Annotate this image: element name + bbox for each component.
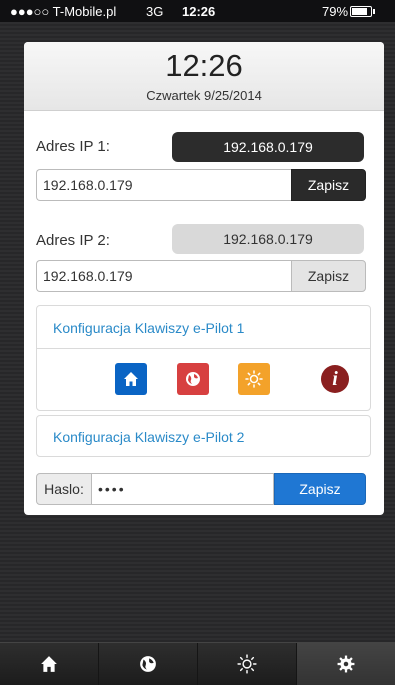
tab-sun[interactable] [198,643,297,685]
sun-icon [245,370,263,388]
password-input[interactable] [92,473,274,505]
sun-key-button[interactable] [238,363,270,395]
home-icon [124,372,138,386]
password-save-button[interactable]: Zapisz [274,473,366,505]
epilot1-config-link[interactable]: Konfiguracja Klawiszy e-Pilot 1 [53,320,244,336]
ip1-label: Adres IP 1: [36,138,110,155]
header-time: 12:26 [165,48,243,83]
tab-globe[interactable] [99,643,198,685]
sun-icon [237,654,257,674]
ip2-save-button[interactable]: Zapisz [291,260,366,292]
network-label: 3G [146,4,164,19]
battery-icon [350,6,375,17]
carrier-label: ●●●○○ T-Mobile.pl [10,4,117,19]
ip1-input[interactable] [36,169,291,201]
status-time: 12:26 [182,4,216,19]
bottom-tab-bar [0,642,395,685]
globe-icon [186,372,200,386]
ip2-input-row: Zapisz [36,260,366,292]
ip1-current-value: 192.168.0.179 [172,132,364,162]
header-date: Czwartek 9/25/2014 [146,88,262,103]
globe-key-button[interactable] [177,363,209,395]
globe-icon [140,656,156,672]
clock-header: 12:26 Czwartek 9/25/2014 [24,42,384,111]
epilot2-panel: Konfiguracja Klawiszy e-Pilot 2 [36,415,371,457]
epilot2-config-link[interactable]: Konfiguracja Klawiszy e-Pilot 2 [53,429,244,445]
tab-home[interactable] [0,643,99,685]
info-icon[interactable]: i [321,365,349,393]
password-row: Haslo: Zapisz [36,473,366,505]
gear-icon [337,655,355,673]
ip1-input-row: Zapisz [36,169,366,201]
settings-card: 12:26 Czwartek 9/25/2014 Adres IP 1: 192… [24,42,384,515]
ip2-current-value: 192.168.0.179 [172,224,364,254]
home-key-button[interactable] [115,363,147,395]
home-icon [41,656,57,672]
ip2-label: Adres IP 2: [36,232,110,249]
ip1-save-button[interactable]: Zapisz [291,169,366,201]
password-label: Haslo: [36,473,92,505]
panel-divider [37,348,370,349]
status-bar: ●●●○○ T-Mobile.pl 3G 12:26 79% [0,0,395,22]
epilot1-panel: Konfiguracja Klawiszy e-Pilot 1 i [36,305,371,411]
tab-settings[interactable] [297,643,395,685]
battery-percent: 79% [322,4,349,19]
ip2-input[interactable] [36,260,291,292]
